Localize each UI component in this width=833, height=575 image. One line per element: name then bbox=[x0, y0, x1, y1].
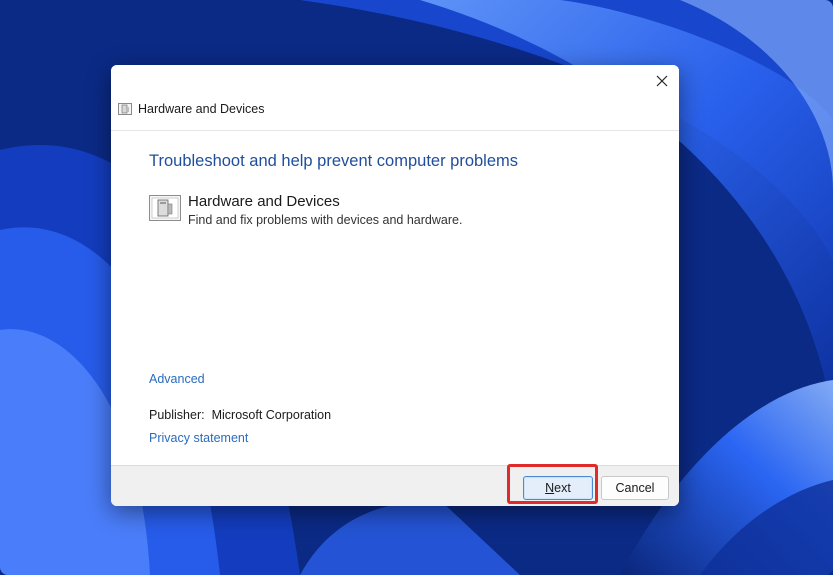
close-button[interactable] bbox=[647, 67, 677, 95]
next-button-label: ext bbox=[554, 481, 571, 495]
next-button[interactable]: Next bbox=[523, 476, 593, 500]
dialog-footer: Next Cancel bbox=[111, 465, 679, 506]
cancel-button[interactable]: Cancel bbox=[601, 476, 669, 500]
hardware-devices-icon bbox=[149, 195, 181, 221]
advanced-link[interactable]: Advanced bbox=[149, 372, 205, 387]
troubleshooter-description: Find and fix problems with devices and h… bbox=[188, 213, 463, 227]
page-heading: Troubleshoot and help prevent computer p… bbox=[149, 152, 519, 170]
close-icon bbox=[656, 75, 668, 87]
next-button-accelerator: N bbox=[545, 481, 555, 495]
publisher-info: Publisher: Microsoft Corporation bbox=[149, 408, 331, 423]
title-bar: Hardware and Devices bbox=[111, 65, 679, 131]
publisher-value: Microsoft Corporation bbox=[211, 408, 332, 422]
troubleshooter-title: Hardware and Devices bbox=[188, 193, 340, 210]
privacy-statement-link[interactable]: Privacy statement bbox=[149, 431, 248, 446]
window-title: Hardware and Devices bbox=[138, 102, 265, 116]
hardware-devices-icon bbox=[118, 103, 132, 115]
troubleshooter-dialog: Hardware and Devices Troubleshoot and he… bbox=[111, 65, 679, 506]
title-separator bbox=[111, 130, 679, 131]
publisher-label: Publisher: bbox=[149, 408, 205, 422]
